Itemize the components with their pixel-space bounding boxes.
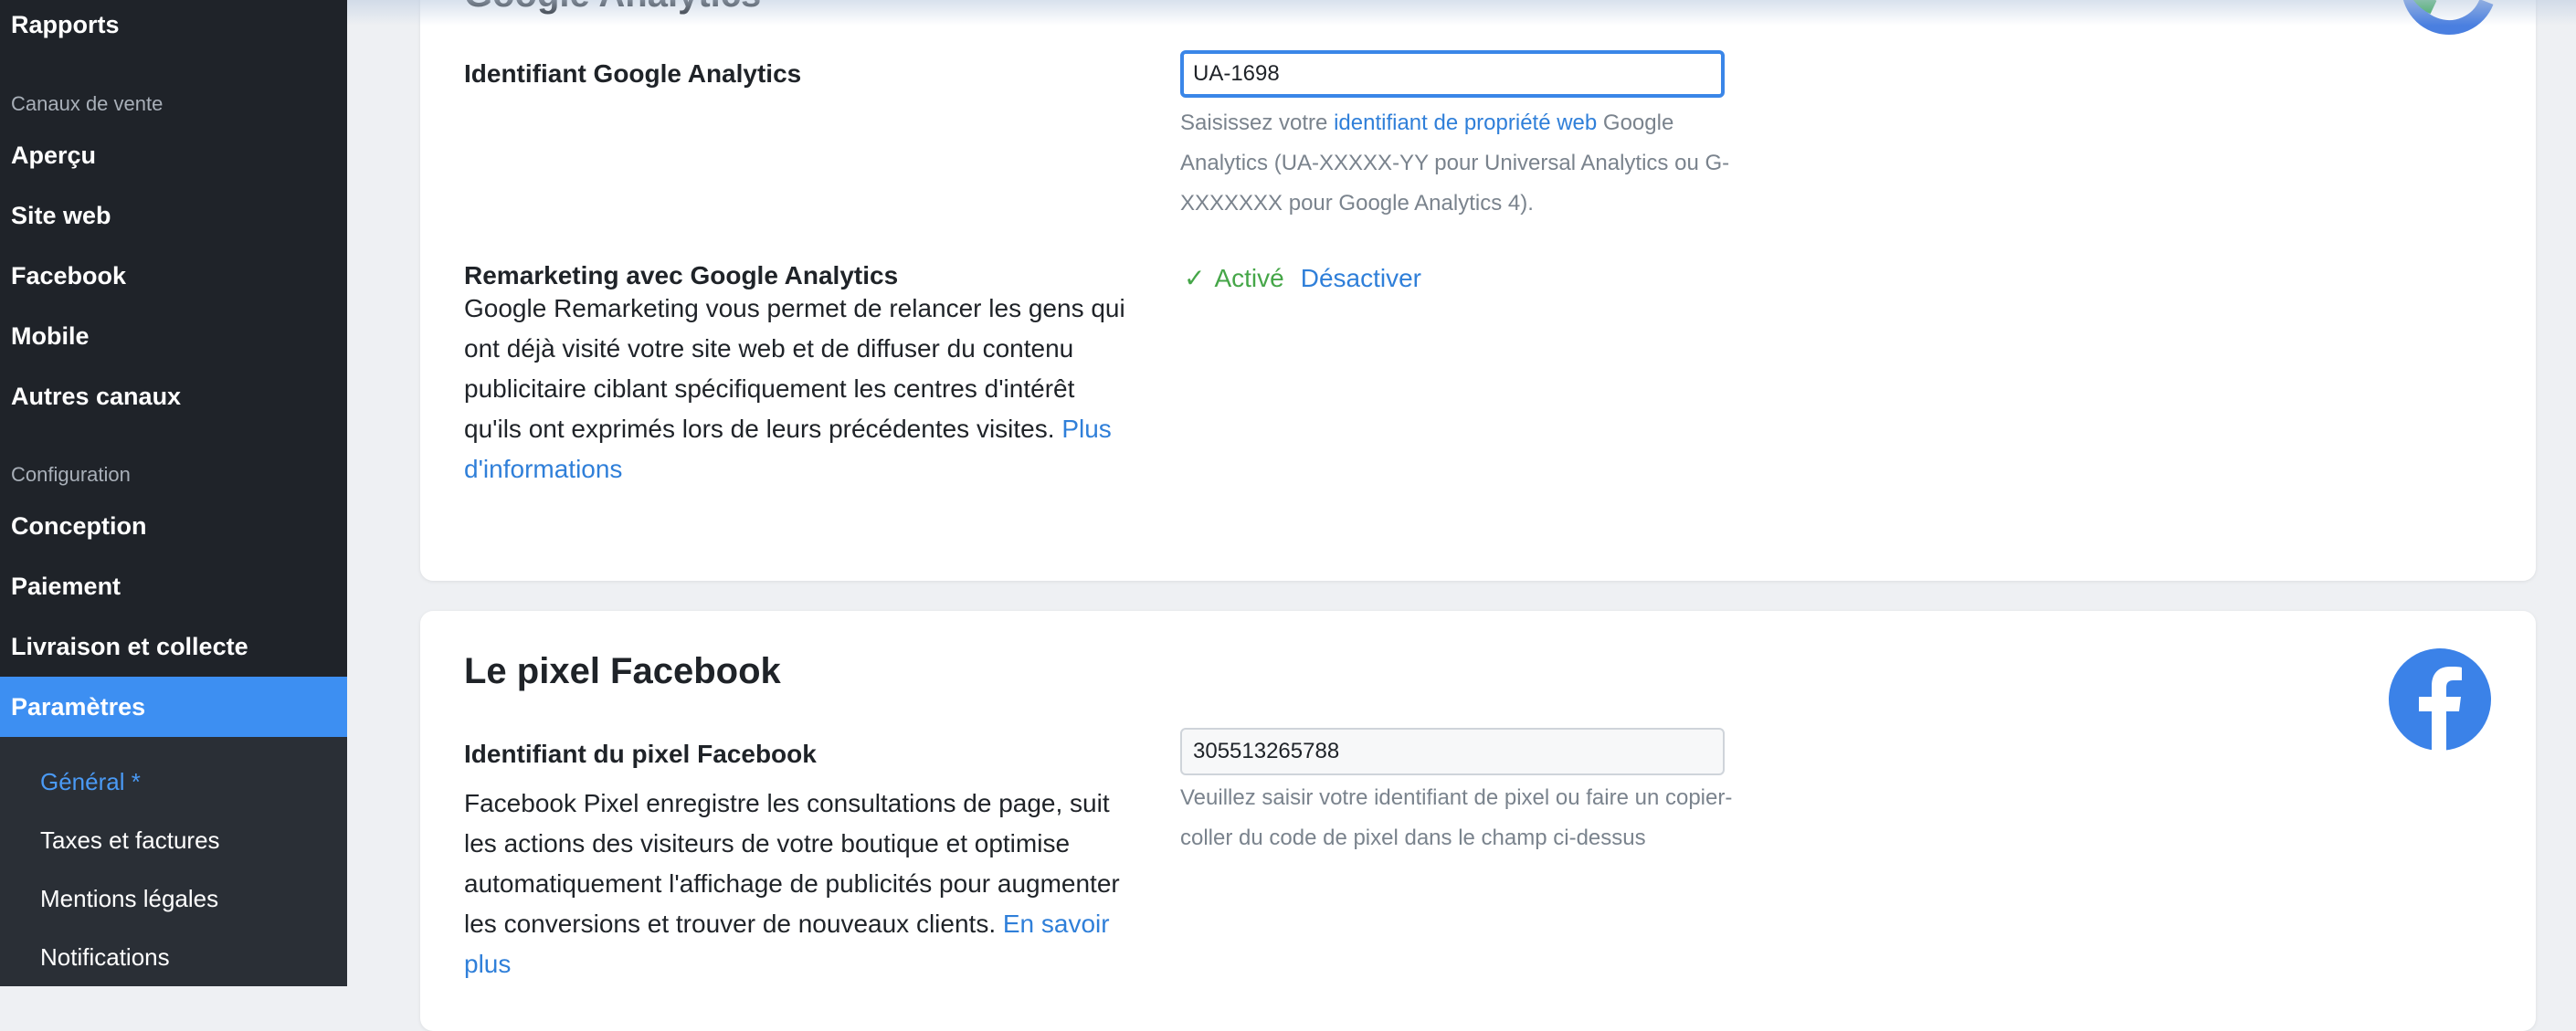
- sidebar-item-parametres[interactable]: Paramètres: [0, 677, 347, 737]
- sidebar-item-mobile[interactable]: Mobile: [11, 322, 90, 351]
- remarketing-label: Remarketing avec Google Analytics: [464, 261, 899, 289]
- sidebar-item-rapports[interactable]: Rapports: [11, 11, 120, 39]
- card-title-google-analytics: Google Analytics: [464, 0, 761, 16]
- ga-id-label: Identifiant Google Analytics: [464, 59, 802, 88]
- google-analytics-card: Google Analytics Identifiant Google Anal…: [420, 0, 2536, 581]
- check-icon: ✓: [1184, 264, 1206, 292]
- sidebar-item-facebook[interactable]: Facebook: [11, 262, 126, 290]
- fb-pixel-description: Facebook Pixel enregistre les consultati…: [464, 784, 1131, 984]
- sidebar-item-paiement[interactable]: Paiement: [11, 573, 121, 601]
- ga-id-input[interactable]: [1180, 50, 1725, 98]
- sidebar-subitem-taxes[interactable]: Taxes et factures: [40, 826, 220, 855]
- sidebar-subitem-general[interactable]: Général *: [40, 768, 141, 796]
- sidebar-submenu: Général * Taxes et factures Mentions lég…: [0, 737, 347, 986]
- status-enabled: Activé: [1214, 264, 1284, 292]
- fb-pixel-hint: Veuillez saisir votre identifiant de pix…: [1180, 785, 1733, 850]
- description-text: Google Remarketing vous permet de relanc…: [464, 294, 1125, 443]
- sidebar-item-site-web[interactable]: Site web: [11, 202, 111, 230]
- sidebar-section-sales: Canaux de vente: [11, 92, 164, 115]
- sidebar-item-conception[interactable]: Conception: [11, 512, 147, 541]
- card-title-facebook-pixel: Le pixel Facebook: [464, 651, 781, 691]
- ga-id-hint: Saisissez votre identifiant de propriété…: [1180, 103, 1747, 224]
- facebook-pixel-card: Le pixel Facebook Identifiant du pixel F…: [420, 611, 2536, 1031]
- sidebar-section-config: Configuration: [11, 463, 131, 486]
- disable-link[interactable]: Désactiver: [1301, 264, 1421, 292]
- sidebar-item-apercu[interactable]: Aperçu: [11, 142, 96, 170]
- sidebar-item-label: Paramètres: [11, 693, 146, 721]
- hint-text: Saisissez votre: [1180, 110, 1335, 135]
- facebook-logo-icon: [2389, 648, 2491, 752]
- fb-pixel-id-input[interactable]: [1180, 728, 1725, 775]
- sidebar-item-autres-canaux[interactable]: Autres canaux: [11, 383, 181, 411]
- google-logo-icon: [2402, 0, 2494, 35]
- sidebar-subitem-notifications[interactable]: Notifications: [40, 943, 170, 972]
- fb-pixel-id-label: Identifiant du pixel Facebook: [464, 740, 817, 768]
- sidebar-item-livraison[interactable]: Livraison et collecte: [11, 633, 248, 661]
- property-id-link[interactable]: identifiant de propriété web: [1334, 110, 1597, 135]
- remarketing-description: Google Remarketing vous permet de relanc…: [464, 289, 1131, 489]
- sidebar-subitem-mentions[interactable]: Mentions légales: [40, 885, 218, 913]
- remarketing-status: ✓ Activé Désactiver: [1184, 263, 1421, 293]
- sidebar: Rapports Canaux de vente Aperçu Site web…: [0, 0, 347, 986]
